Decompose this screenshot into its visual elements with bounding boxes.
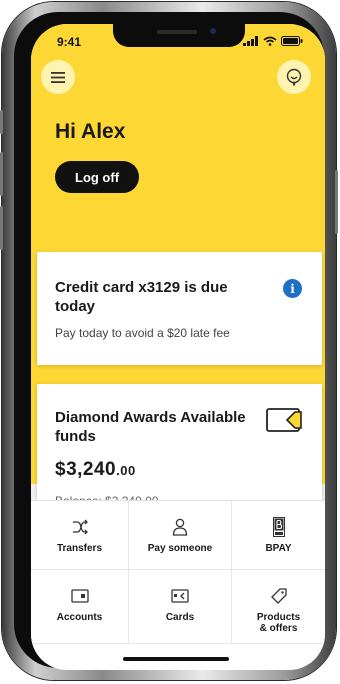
quick-actions-menu: Transfers Pay someone BPAY Accounts Card… (31, 500, 325, 670)
bpay-icon (272, 517, 285, 537)
accounts-button[interactable]: Accounts (31, 570, 129, 644)
info-icon[interactable]: i (283, 279, 302, 298)
home-indicator[interactable] (123, 657, 229, 661)
products-offers-button[interactable]: Products & offers (232, 570, 325, 644)
wifi-icon (263, 36, 277, 46)
status-icons (243, 36, 303, 46)
hamburger-icon (51, 71, 65, 83)
greeting-title: Hi Alex (55, 120, 126, 143)
bpay-button[interactable]: BPAY (232, 501, 325, 570)
amount-cents: .00 (116, 463, 136, 478)
alert-title: Credit card x3129 is due today (55, 279, 228, 315)
app-screen: 9:41 Hi Alex Log off Credit card x3129 i… (31, 24, 325, 670)
tag-icon (270, 588, 287, 604)
amount-whole: $3,240 (55, 459, 117, 480)
chat-bubble-icon (286, 68, 302, 86)
phone-volume-up (0, 152, 3, 196)
cards-button[interactable]: Cards (129, 570, 232, 644)
credit-card-due-alert[interactable]: Credit card x3129 is due today Pay today… (37, 252, 322, 365)
pay-someone-button[interactable]: Pay someone (129, 501, 232, 570)
person-icon (172, 518, 188, 536)
signal-icon (243, 36, 258, 46)
battery-icon (281, 36, 303, 46)
status-time: 9:41 (57, 35, 82, 49)
transfer-icon (72, 519, 88, 535)
assistant-button[interactable] (277, 60, 311, 94)
phone-silent-switch (0, 110, 3, 134)
front-camera (210, 28, 216, 34)
pay-someone-label: Pay someone (147, 543, 213, 554)
card-icon (171, 589, 189, 603)
speaker-grille (157, 30, 197, 34)
transfers-label: Transfers (56, 543, 103, 554)
cards-label: Cards (165, 612, 195, 623)
transfers-button[interactable]: Transfers (31, 501, 129, 570)
bpay-label: BPAY (265, 543, 292, 554)
phone-volume-down (0, 206, 3, 250)
wallet-icon (70, 589, 89, 603)
products-offers-label: Products & offers (256, 612, 301, 634)
credit-card-icon (266, 408, 302, 432)
notch (113, 24, 245, 47)
accounts-label: Accounts (56, 612, 103, 623)
log-off-button[interactable]: Log off (55, 161, 140, 193)
menu-button[interactable] (41, 60, 75, 94)
phone-power-button (335, 170, 338, 234)
available-funds-amount: $3,240.00 (55, 459, 136, 481)
account-name: Diamond Awards Available funds (55, 409, 246, 445)
alert-subtitle: Pay today to avoid a $20 late fee (55, 326, 230, 340)
